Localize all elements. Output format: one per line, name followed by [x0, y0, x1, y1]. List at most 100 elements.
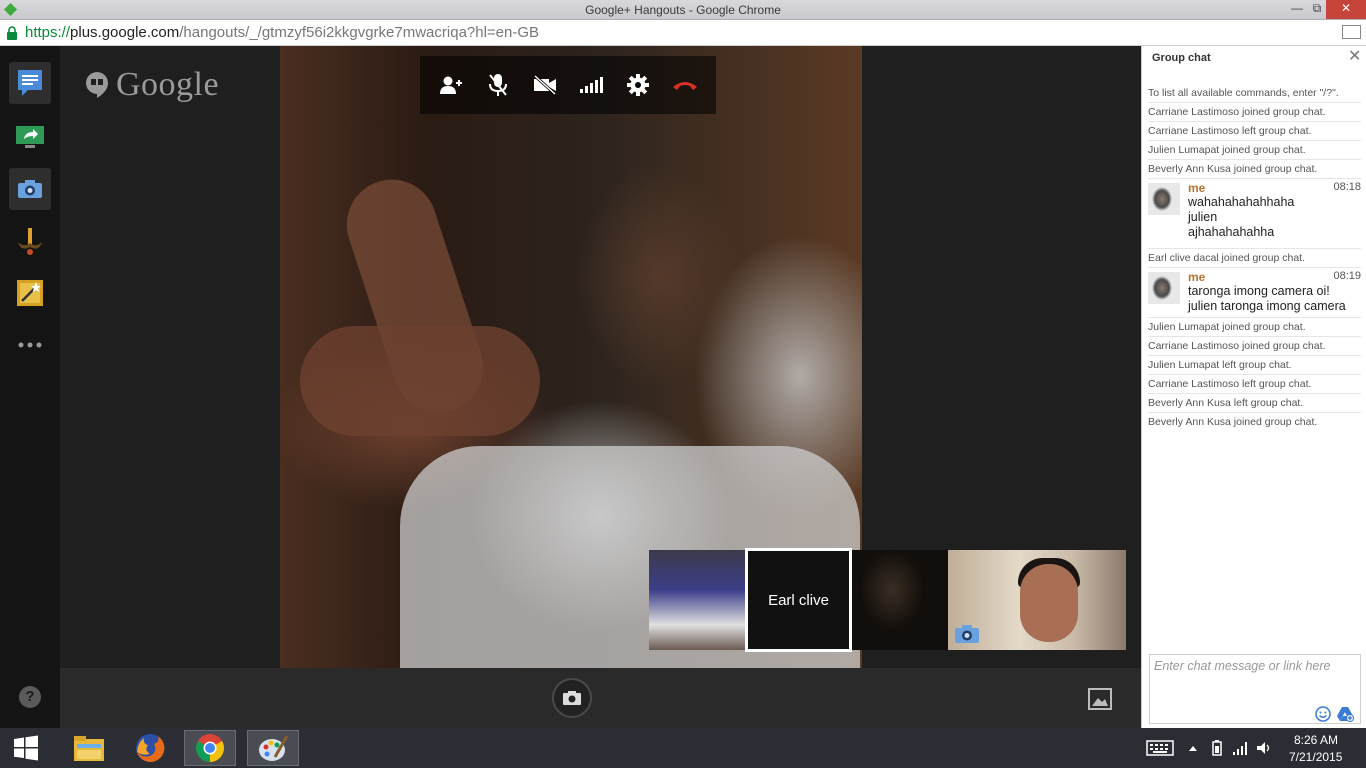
camera-icon: [18, 180, 42, 198]
url-scheme: https://: [25, 24, 71, 41]
clock-date[interactable]: 7/21/2015: [1289, 750, 1342, 764]
group-chat-panel: Group chat ✕ To list all available comma…: [1141, 46, 1366, 728]
chat-app-button[interactable]: [9, 62, 51, 104]
chat-icon: [18, 70, 42, 96]
turn-off-camera-icon: [533, 75, 556, 95]
emoji-icon[interactable]: [1315, 706, 1331, 722]
system-message: Julien Lumapat joined group chat.: [1148, 318, 1361, 337]
message-time: 08:18: [1333, 181, 1361, 193]
start-button[interactable]: [0, 730, 52, 766]
avatar: [1148, 183, 1180, 215]
system-message: To list all available commands, enter "/…: [1148, 84, 1361, 103]
take-photo-button[interactable]: [552, 678, 592, 718]
avatar: [1148, 272, 1180, 304]
help-button[interactable]: ?: [19, 686, 41, 708]
more-apps-button[interactable]: [9, 324, 51, 366]
windows-start-icon: [14, 735, 38, 761]
mustache-icon: [18, 228, 42, 255]
system-message: Carriane Lastimoso left group chat.: [1148, 375, 1361, 394]
bottom-control-bar: [60, 668, 1141, 728]
image-icon[interactable]: [1088, 688, 1112, 710]
address-bar[interactable]: https://plus.google.com/hangouts/_/gtmzy…: [0, 20, 1366, 46]
mute-mic-button[interactable]: [478, 65, 518, 105]
lock-icon: [7, 26, 17, 40]
windows-taskbar: 8:26 AM 7/21/2015: [0, 728, 1366, 768]
minimize-button[interactable]: —: [1286, 0, 1308, 19]
message-line: taronga imong camera oi!: [1188, 284, 1330, 298]
chrome-button[interactable]: [184, 730, 236, 766]
bandwidth-button[interactable]: [571, 65, 611, 105]
system-message: Beverly Ann Kusa left group chat.: [1148, 394, 1361, 413]
system-message: Beverly Ann Kusa joined group chat.: [1148, 416, 1318, 428]
maximize-button[interactable]: ⧉: [1308, 0, 1326, 19]
camera-icon: [563, 691, 581, 705]
invite-people-icon: [440, 76, 463, 94]
capture-app-button[interactable]: [9, 168, 51, 210]
participant-thumbnail[interactable]: [852, 550, 948, 650]
system-message: Carriane Lastimoso joined group chat.: [1148, 337, 1361, 356]
url-host: plus.google.com: [70, 24, 180, 41]
keyboard-icon[interactable]: [1146, 740, 1174, 756]
close-chat-button[interactable]: ✕: [1348, 49, 1361, 65]
mute-mic-icon: [488, 74, 507, 96]
volume-icon[interactable]: [1256, 740, 1272, 756]
paint-button[interactable]: [247, 730, 299, 766]
url-path: /hangouts/_/gtmzyf56i2kkgvgrke7mwacriqa?…: [179, 24, 540, 41]
message-line: julien taronga imong camera: [1188, 299, 1346, 313]
hangouts-quote-icon: [86, 72, 108, 98]
firefox-icon: [136, 733, 165, 762]
screenshare-app-button[interactable]: [9, 116, 51, 158]
file-explorer-button[interactable]: [63, 730, 115, 766]
turn-off-camera-button[interactable]: [525, 65, 565, 105]
bandwidth-icon: [580, 77, 604, 93]
video-content: [300, 326, 540, 436]
system-message: Earl clive dacal joined group chat.: [1148, 249, 1361, 268]
video-content: [1020, 564, 1078, 642]
call-toolbar: [420, 56, 716, 114]
chat-message: me 08:19 taronga imong camera oi! julien…: [1148, 268, 1361, 318]
window-title-bar: Google+ Hangouts - Google Chrome — ⧉ ✕: [0, 0, 1366, 20]
more-icon: [18, 342, 42, 348]
message-line: julien: [1188, 210, 1218, 224]
settings-button[interactable]: [618, 65, 658, 105]
chevron-up-icon[interactable]: [1188, 740, 1198, 756]
chat-message: me 08:18 wahahahahahhaha julien ajhahaha…: [1148, 179, 1361, 249]
paint-icon: [259, 735, 289, 761]
participant-filmstrip: Earl clive: [649, 548, 1126, 652]
participant-thumbnail-selected[interactable]: Earl clive: [745, 548, 852, 652]
hang-up-icon: [672, 82, 697, 90]
chat-header: Group chat ✕: [1142, 46, 1366, 72]
invite-people-button[interactable]: [431, 65, 471, 105]
power-icon[interactable]: [1210, 740, 1224, 756]
page-action-icon[interactable]: [1342, 25, 1361, 39]
window-title: Google+ Hangouts - Google Chrome: [585, 3, 781, 17]
file-explorer-icon: [74, 736, 104, 761]
close-window-button[interactable]: ✕: [1326, 0, 1366, 19]
participant-thumbnail[interactable]: [649, 550, 745, 650]
self-view-thumbnail[interactable]: [948, 550, 1126, 650]
chat-title: Group chat: [1152, 52, 1211, 64]
studio-app-button[interactable]: [9, 272, 51, 314]
google-wordmark: Google: [116, 66, 220, 103]
clock-time[interactable]: 8:26 AM: [1294, 733, 1338, 747]
system-message: Carriane Lastimoso left group chat.: [1148, 122, 1361, 141]
chat-message-input[interactable]: [1150, 655, 1360, 707]
firefox-button[interactable]: [124, 730, 176, 766]
participant-name: Earl clive: [768, 591, 829, 609]
drive-share-icon[interactable]: [1336, 706, 1354, 722]
url-text[interactable]: https://plus.google.com/hangouts/_/gtmzy…: [25, 24, 539, 41]
message-line: ajhahahahahha: [1188, 225, 1275, 239]
chat-log: To list all available commands, enter "/…: [1148, 84, 1361, 432]
effects-app-button[interactable]: [9, 220, 51, 262]
system-message: Julien Lumapat joined group chat.: [1148, 141, 1361, 160]
screenshare-icon: [16, 126, 44, 148]
message-time: 08:19: [1333, 270, 1361, 282]
hang-up-button[interactable]: [665, 65, 705, 105]
network-signal-icon[interactable]: [1232, 740, 1248, 756]
hangouts-brand: Google: [85, 66, 219, 104]
system-message: Beverly Ann Kusa joined group chat.: [1148, 160, 1361, 179]
chrome-icon: [196, 734, 224, 762]
camera-icon: [955, 625, 979, 643]
chat-input-box: [1149, 654, 1361, 724]
settings-icon: [626, 74, 649, 96]
